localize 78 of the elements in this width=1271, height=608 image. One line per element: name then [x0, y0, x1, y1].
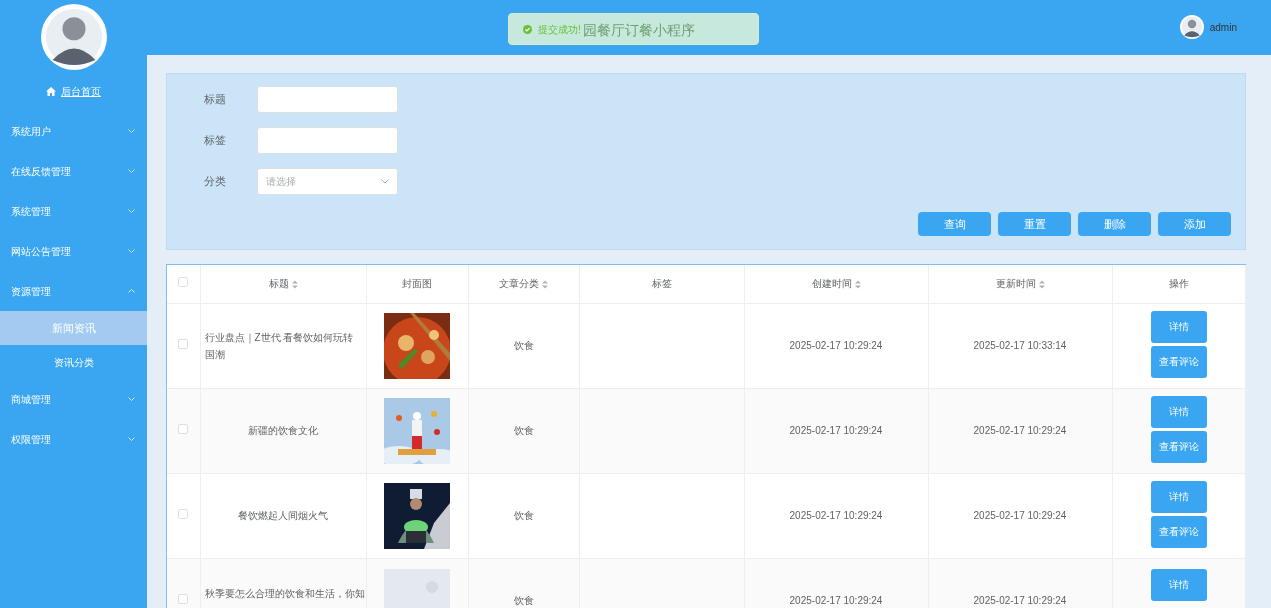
column-title: 更新时间	[995, 278, 1036, 290]
column-title: 标签	[651, 278, 672, 290]
column-title: 标题	[268, 278, 289, 290]
header-cell[interactable]: 文章分类	[468, 265, 579, 303]
action-button[interactable]: 添加	[1158, 212, 1231, 236]
table-cell: 2025-02-17 10:29:24	[789, 594, 883, 606]
comments-button[interactable]: 查看评论	[1150, 345, 1207, 378]
sort-icon[interactable]	[1038, 280, 1045, 290]
table-cell: 2025-02-17 10:29:24	[789, 425, 883, 436]
comments-button[interactable]: 查看评论	[1150, 430, 1207, 463]
header-cell[interactable]: 创建时间	[744, 265, 928, 303]
chevron-icon	[128, 289, 135, 293]
column-title: 封面图	[402, 278, 432, 290]
table-cell: 饮食	[513, 425, 534, 436]
header-cell[interactable]: 标题	[200, 265, 366, 303]
header-cell[interactable]: 更新时间	[928, 265, 1112, 303]
table-cell: 餐饮燃起人间烟火气	[238, 510, 328, 521]
menu-group[interactable]: 在线反馈管理	[0, 151, 147, 191]
chevron-icon	[381, 179, 389, 184]
column-title: 创建时间	[811, 278, 852, 290]
menu-group[interactable]: 权限管理	[0, 419, 147, 459]
field-label: 分类	[203, 174, 227, 190]
sort-icon[interactable]	[291, 280, 298, 290]
table-cell: 2025-02-17 10:29:24	[973, 510, 1067, 521]
table-cell: 饮食	[513, 594, 534, 606]
menu-group[interactable]: 系统管理	[0, 191, 147, 231]
details-button[interactable]: 详情	[1150, 395, 1207, 428]
chevron-icon	[128, 437, 135, 441]
table-cell: 2025-02-17 10:29:24	[973, 594, 1067, 606]
checkbox[interactable]	[178, 277, 189, 288]
chevron-icon	[128, 397, 135, 401]
details-button[interactable]: 详情	[1150, 310, 1207, 343]
avatar	[40, 4, 107, 70]
chevron-icon	[128, 129, 135, 133]
action-button[interactable]: 查询	[918, 212, 991, 236]
table-cell: 2025-02-17 10:29:24	[973, 425, 1067, 436]
select-field[interactable]: 请选择	[257, 168, 398, 195]
app-title: 园餐厅订餐小程序	[583, 21, 695, 40]
column-title: 操作	[1168, 278, 1189, 290]
submenu-item[interactable]: 资讯分类	[0, 345, 147, 379]
comments-button[interactable]: 查看评论	[1150, 515, 1207, 548]
sort-icon[interactable]	[542, 280, 548, 290]
column-title: 文章分类	[499, 278, 539, 290]
home-link[interactable]: 后台首页	[0, 84, 147, 99]
table-cell: 秋季要怎么合理的饮食和生活，你知	[204, 587, 365, 599]
field-label: 标签	[203, 133, 227, 149]
chevron-icon	[128, 209, 135, 213]
user-name[interactable]: admin	[1209, 19, 1237, 35]
table-cell: 2025-02-17 10:29:24	[789, 510, 883, 521]
home-icon	[46, 87, 56, 96]
input-field[interactable]	[257, 127, 398, 154]
field-label: 标题	[203, 92, 227, 108]
table-cell: 饮食	[513, 340, 534, 351]
toast-message: 提交成功!	[538, 22, 581, 37]
details-button[interactable]: 详情	[1150, 568, 1207, 601]
menu-group[interactable]: 系统用户	[0, 111, 147, 151]
details-button[interactable]: 详情	[1150, 480, 1207, 513]
checkbox[interactable]	[178, 593, 189, 604]
success-icon	[523, 24, 532, 34]
action-button[interactable]: 删除	[1078, 212, 1151, 236]
menu-group[interactable]: 网站公告管理	[0, 231, 147, 271]
avatar	[1179, 15, 1204, 39]
table-cell: 新疆的饮食文化	[248, 425, 318, 436]
chevron-icon	[128, 249, 135, 253]
table-cell: 2025-02-17 10:33:14	[973, 340, 1067, 351]
checkbox[interactable]	[178, 424, 189, 434]
chevron-icon	[128, 169, 135, 173]
table-cell: 行业盘点｜Z世代 看餐饮如何玩转国潮	[204, 331, 354, 360]
table-cell: 2025-02-17 10:29:24	[789, 340, 883, 351]
input-field[interactable]	[257, 86, 398, 113]
sort-icon[interactable]	[854, 280, 861, 290]
submenu-item[interactable]: 新闻资讯	[0, 311, 147, 345]
action-button[interactable]: 重置	[998, 212, 1071, 236]
menu-group[interactable]: 资源管理	[0, 271, 147, 311]
table-cell: 饮食	[513, 510, 534, 521]
menu-group[interactable]: 商城管理	[0, 379, 147, 419]
checkbox[interactable]	[178, 509, 189, 519]
checkbox[interactable]	[178, 339, 189, 349]
